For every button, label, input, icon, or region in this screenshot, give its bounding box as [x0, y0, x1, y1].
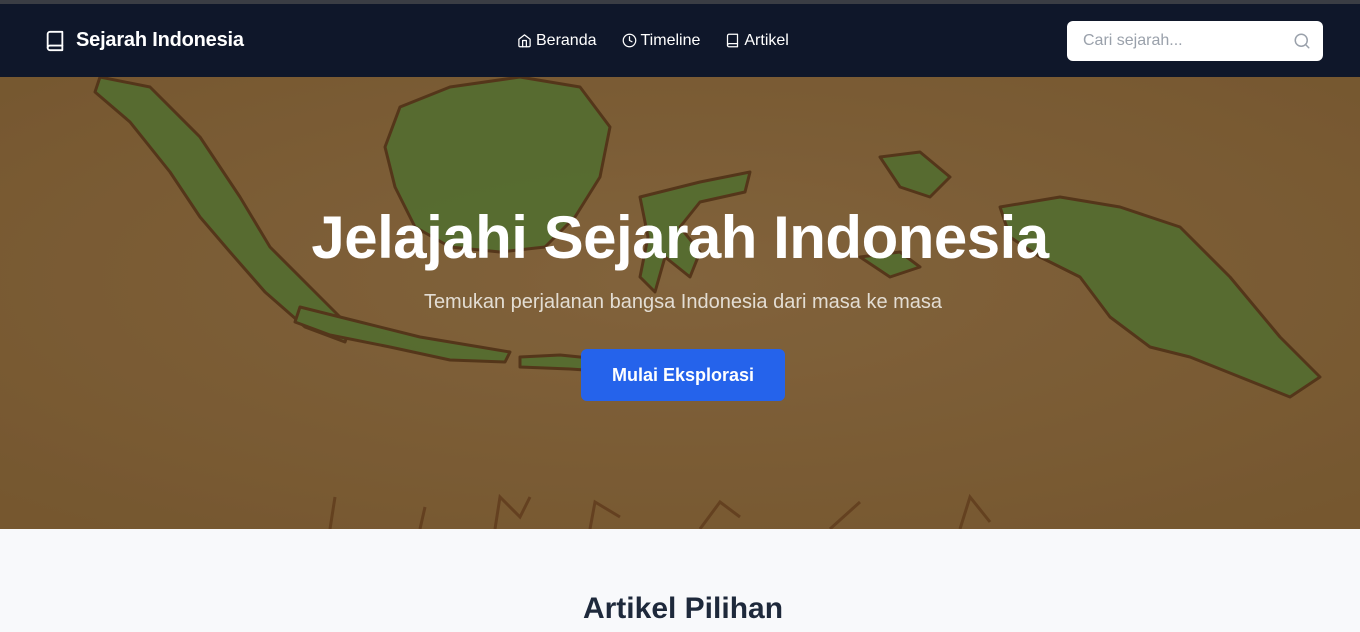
book-icon: [727, 33, 739, 48]
search-icon[interactable]: [1293, 32, 1311, 50]
navbar: Sejarah Indonesia Beranda Timeline Artik…: [0, 4, 1360, 77]
hero-title: Jelajahi Sejarah Indonesia: [311, 204, 1049, 271]
nav-item-timeline[interactable]: Timeline: [622, 31, 701, 50]
nav-label: Beranda: [536, 31, 597, 49]
start-exploring-button[interactable]: Mulai Eksplorasi: [581, 349, 785, 401]
search-box: [1067, 21, 1323, 61]
clock-icon: [622, 33, 636, 48]
nav-item-artikel[interactable]: Artikel: [725, 31, 789, 50]
nav-label: Artikel: [744, 31, 789, 49]
book-icon: [46, 30, 64, 51]
section-title-featured-articles: Artikel Pilihan: [582, 592, 784, 625]
hero-section: Jelajahi Sejarah Indonesia Temukan perja…: [0, 77, 1360, 529]
brand-logo[interactable]: Sejarah Indonesia: [44, 4, 244, 77]
main-nav: Beranda Timeline Artikel: [517, 4, 814, 77]
search-input[interactable]: [1067, 21, 1287, 61]
nav-item-beranda[interactable]: Beranda: [517, 32, 597, 50]
brand-name: Sejarah Indonesia: [76, 29, 244, 51]
home-icon: [518, 34, 531, 48]
nav-label: Timeline: [640, 31, 701, 49]
hero-subtitle: Temukan perjalanan bangsa Indonesia dari…: [423, 291, 943, 313]
